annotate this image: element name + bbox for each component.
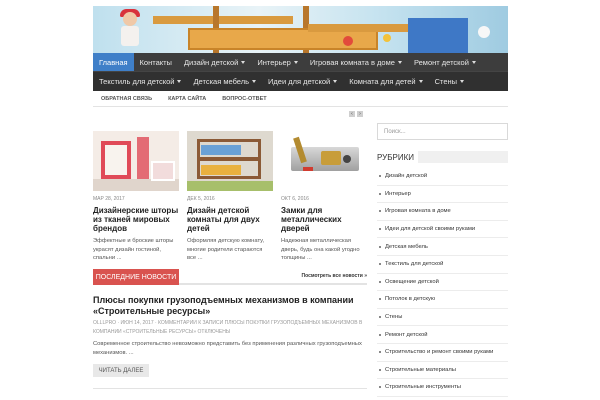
chevron-down-icon — [471, 60, 476, 64]
bullet-icon — [379, 228, 381, 231]
category-item[interactable]: Идеи для детской своими руками — [377, 221, 508, 239]
bullet-icon — [379, 368, 381, 371]
link-sitemap[interactable]: КАРТА САЙТА — [160, 92, 214, 106]
chevron-down-icon — [177, 80, 182, 83]
post-excerpt: Оформляя детскую комнату, многие родител… — [187, 238, 265, 261]
chevron-down-icon — [333, 80, 338, 83]
chevron-down-icon — [460, 80, 465, 83]
chevron-down-icon — [241, 60, 246, 64]
bullet-icon — [379, 386, 381, 389]
latest-news-header: ПОСЛЕДНИЕ НОВОСТИ Посмотреть все новости… — [93, 269, 367, 285]
category-item[interactable]: Текстиль для детской — [377, 256, 508, 274]
nav-item-kids-room[interactable]: Комната для детей — [343, 72, 428, 91]
featured-thumbnail[interactable] — [187, 131, 273, 191]
category-item[interactable]: Детская мебель — [377, 238, 508, 256]
rubrics-title: РУБРИКИ — [377, 152, 418, 162]
chevron-down-icon — [397, 60, 402, 64]
article-title[interactable]: Плюсы покупки грузоподъемных механизмов … — [93, 295, 367, 317]
bullet-icon — [379, 351, 381, 354]
post-title[interactable]: Замки для металлических дверей — [281, 206, 367, 233]
nav-item-contacts[interactable]: Контакты — [134, 53, 178, 71]
prev-arrow-icon[interactable]: ‹ — [349, 111, 355, 117]
chevron-down-icon — [293, 60, 298, 64]
post-excerpt: Эффектные и броские шторы украсят дизайн… — [93, 238, 174, 261]
next-arrow-icon[interactable]: › — [357, 111, 363, 117]
nav-item-furniture[interactable]: Детская мебель — [187, 72, 262, 91]
bullet-icon — [379, 245, 381, 248]
category-item[interactable]: Игровая комната в доме — [377, 203, 508, 221]
category-item[interactable]: Строительные инструменты — [377, 379, 508, 397]
bullet-icon — [379, 175, 381, 178]
featured-post[interactable]: ОКТ 6, 2016 Замки для металлических двер… — [281, 131, 367, 263]
category-item[interactable]: Дизайн детской — [377, 168, 508, 186]
featured-post[interactable]: МАР 28, 2017 Дизайнерские шторы из ткане… — [93, 131, 179, 263]
read-more-button[interactable]: ЧИТАТЬ ДАЛЕЕ — [93, 364, 149, 377]
nav-item-textile[interactable]: Текстиль для детской — [93, 72, 187, 91]
category-item[interactable]: Освещение детской — [377, 274, 508, 292]
nav-item-walls[interactable]: Стены — [429, 72, 470, 91]
category-item[interactable]: Строительные материалы — [377, 362, 508, 380]
category-item[interactable]: Стены — [377, 309, 508, 327]
post-title[interactable]: Дизайн детской комнаты для двух детей — [187, 206, 273, 233]
chevron-down-icon — [252, 80, 256, 83]
header-banner[interactable] — [93, 6, 508, 53]
nav-item-interior[interactable]: Интерьер — [251, 53, 303, 71]
bullet-icon — [379, 263, 381, 266]
category-item[interactable]: Ремонт детской — [377, 326, 508, 344]
bullet-icon — [379, 316, 381, 319]
bullet-icon — [379, 280, 381, 283]
slider-controls: ‹ › — [349, 111, 363, 117]
bullet-icon — [379, 210, 381, 213]
bullet-icon — [379, 333, 381, 336]
post-date: ДЕК 5, 2016 — [187, 196, 215, 202]
post-title[interactable]: Дизайнерские шторы из тканей мировых бре… — [93, 206, 179, 233]
category-item[interactable]: Строительство и ремонт своими руками — [377, 344, 508, 362]
post-excerpt: Надежная металлическая дверь, будь она к… — [281, 238, 360, 261]
bullet-icon — [379, 298, 381, 301]
featured-post[interactable]: ДЕК 5, 2016 Дизайн детской комнаты для д… — [187, 131, 273, 263]
page: Главная Контакты Дизайн детской Интерьер… — [93, 0, 508, 400]
top-subnav: ОБРАТНАЯ СВЯЗЬ КАРТА САЙТА ВОПРОС-ОТВЕТ — [93, 92, 508, 107]
latest-news-tab[interactable]: ПОСЛЕДНИЕ НОВОСТИ — [93, 269, 179, 285]
nav-item-nursery-design[interactable]: Дизайн детской — [178, 53, 251, 71]
search-input[interactable]: Поиск... — [377, 123, 508, 140]
link-faq[interactable]: ВОПРОС-ОТВЕТ — [214, 92, 274, 106]
all-news-link[interactable]: Посмотреть все новости » — [302, 273, 368, 279]
article-meta: OLLLPRO · ИЮН 14, 2017 · КОММЕНТАРИИ К З… — [93, 320, 363, 335]
chevron-down-icon — [418, 80, 423, 83]
featured-thumbnail[interactable] — [281, 131, 367, 191]
nav-item-home[interactable]: Главная — [93, 53, 134, 71]
divider — [93, 388, 367, 389]
main-nav: Главная Контакты Дизайн детской Интерьер… — [93, 53, 508, 71]
nav-item-ideas[interactable]: Идеи для детской — [262, 72, 343, 91]
post-date: МАР 28, 2017 — [93, 196, 125, 202]
category-item[interactable]: Интерьер — [377, 186, 508, 204]
category-list: Дизайн детской Интерьер Игровая комната … — [377, 168, 508, 397]
featured-thumbnail[interactable] — [93, 131, 179, 191]
rubrics-header: РУБРИКИ — [377, 150, 508, 164]
link-feedback[interactable]: ОБРАТНАЯ СВЯЗЬ — [93, 92, 160, 106]
post-date: ОКТ 6, 2016 — [281, 196, 309, 202]
bullet-icon — [379, 192, 381, 195]
article-excerpt: Современное строительство невозможно пре… — [93, 341, 362, 356]
nav-item-playroom[interactable]: Игровая комната в доме — [304, 53, 408, 71]
nav-item-renovation[interactable]: Ремонт детской — [408, 53, 482, 71]
category-item[interactable]: Потолок в детскую — [377, 291, 508, 309]
secondary-nav: Текстиль для детской Детская мебель Идеи… — [93, 71, 508, 91]
